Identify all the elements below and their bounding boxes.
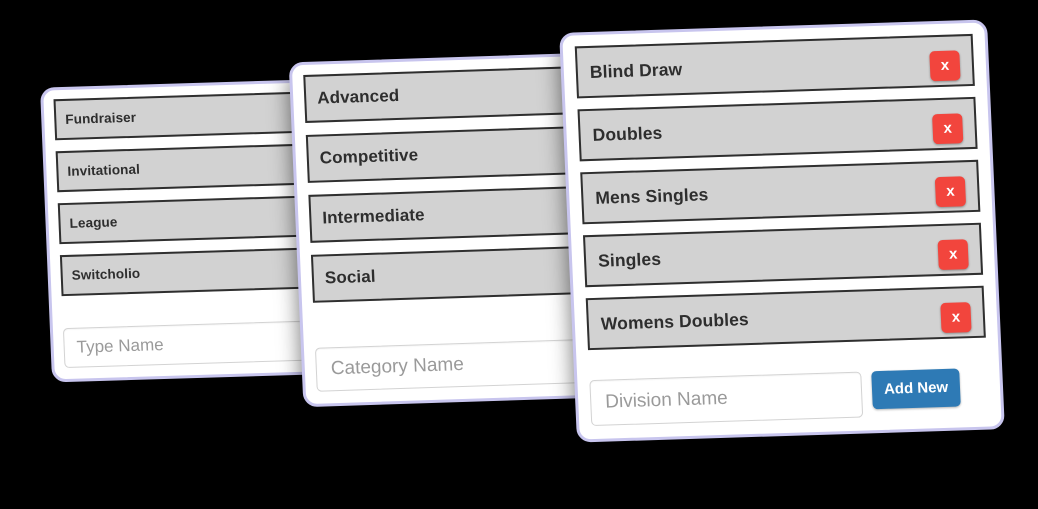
list-item-label: Mens Singles — [594, 183, 709, 208]
list-item[interactable]: Singles x — [582, 222, 984, 288]
add-new-button[interactable]: Add New — [871, 368, 961, 410]
delete-icon[interactable]: x — [929, 50, 961, 82]
list-item[interactable]: Invitational — [55, 142, 332, 193]
list-item-label: Doubles — [592, 122, 663, 145]
list-item-label: Switcholio — [71, 265, 141, 283]
list-item-label: Advanced — [316, 85, 400, 108]
list-item[interactable]: Womens Doubles x — [585, 285, 986, 351]
list-item[interactable]: Blind Draw x — [574, 33, 975, 99]
divisions-card-footer: Add New — [589, 368, 989, 427]
list-item-label: Blind Draw — [589, 58, 683, 82]
list-item[interactable]: Fundraiser — [53, 90, 330, 141]
divisions-list: Blind Draw x Doubles x Mens Singles x Si… — [574, 33, 987, 361]
delete-icon[interactable]: x — [937, 239, 969, 271]
divisions-card[interactable]: Blind Draw x Doubles x Mens Singles x Si… — [559, 19, 1005, 443]
card-stack-stage: Fundraiser Invitational League Switcholi… — [0, 0, 1038, 509]
list-item[interactable]: Doubles x — [577, 96, 978, 162]
list-item-label: Intermediate — [321, 205, 426, 228]
list-item-label: Fundraiser — [65, 109, 137, 127]
list-item-label: Social — [324, 266, 377, 288]
types-card-footer — [62, 319, 339, 369]
list-item-label: Womens Doubles — [600, 308, 750, 334]
delete-icon[interactable]: x — [934, 176, 967, 208]
list-item-label: League — [69, 214, 118, 231]
list-item[interactable]: League — [57, 194, 334, 245]
list-item[interactable]: Mens Singles x — [580, 159, 981, 225]
delete-icon[interactable]: x — [932, 113, 964, 145]
list-item-label: Invitational — [67, 161, 141, 179]
list-item-label: Singles — [597, 248, 662, 271]
list-item-label: Competitive — [319, 145, 419, 168]
list-item[interactable]: Switcholio — [59, 246, 336, 297]
delete-icon[interactable]: x — [940, 302, 972, 334]
division-name-input[interactable] — [589, 371, 864, 427]
type-name-input[interactable] — [62, 319, 339, 369]
